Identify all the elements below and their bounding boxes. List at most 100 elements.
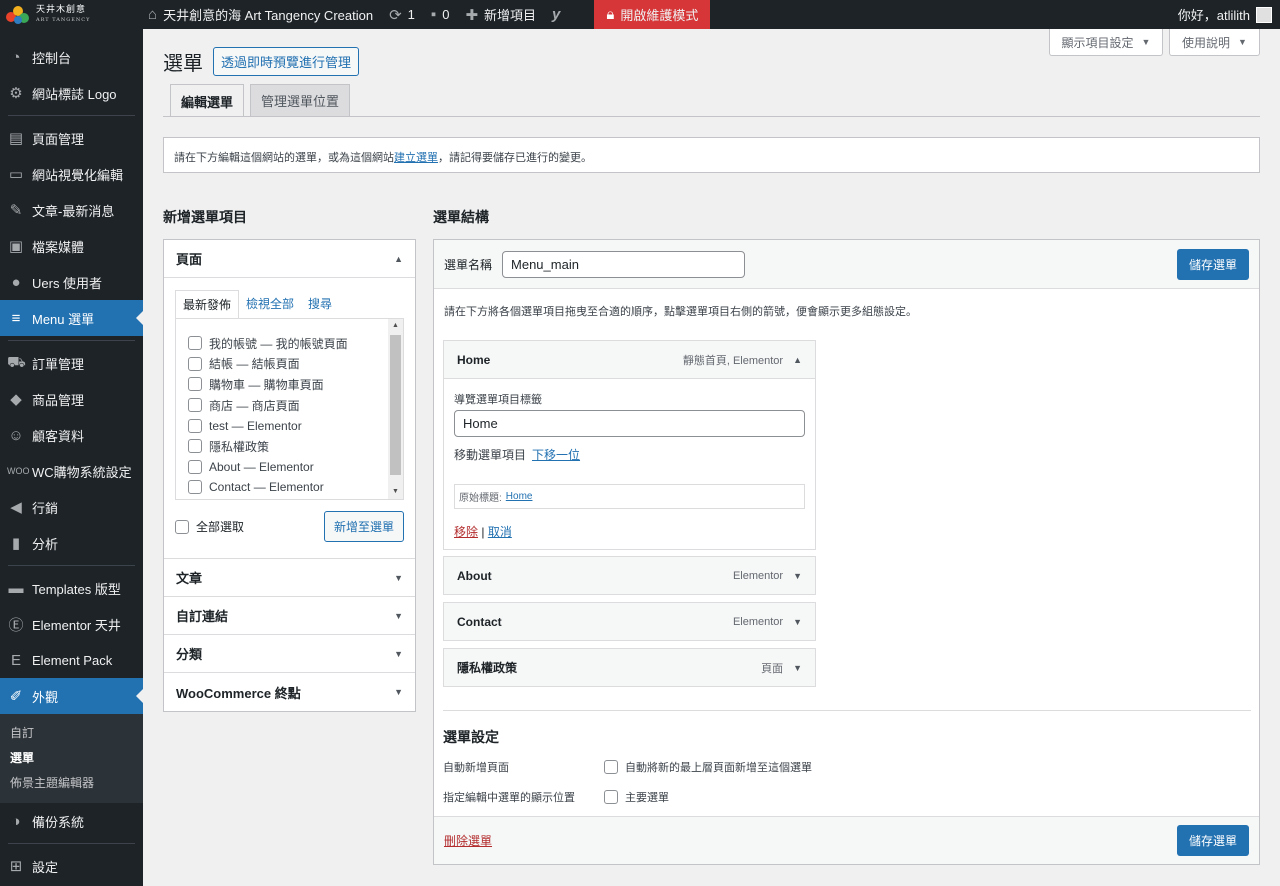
- my-account-link[interactable]: 你好，atlilith: [1170, 0, 1280, 29]
- live-preview-button[interactable]: 透過即時預覽進行管理: [213, 47, 360, 76]
- plus-icon: ✚: [465, 6, 479, 24]
- sidebar-item-label: 頁面管理: [32, 131, 85, 147]
- list-item[interactable]: 我的帳號 — 我的帳號頁面: [188, 333, 403, 354]
- save-menu-button-bottom[interactable]: 儲存選單: [1176, 825, 1249, 856]
- sidebar-item-posts[interactable]: ✎ 文章-最新消息: [0, 192, 143, 228]
- sidebar-item-customers[interactable]: ☺ 顧客資料: [0, 417, 143, 453]
- new-content-link[interactable]: ✚ 新增項目: [457, 0, 544, 29]
- categories-panel-header[interactable]: 分類 ▼: [164, 635, 415, 673]
- woocommerce-endpoints-panel-header[interactable]: WooCommerce 終點 ▼: [164, 673, 415, 711]
- caret-down-icon[interactable]: ▼: [793, 617, 802, 627]
- sidebar-item-menu[interactable]: ≡ Menu 選單: [0, 300, 143, 336]
- caret-down-icon[interactable]: ▼: [793, 663, 802, 673]
- sidebar-item-backup[interactable]: ◑ 備份系統: [0, 803, 143, 839]
- move-down-link[interactable]: 下移一位: [532, 448, 580, 462]
- menu-item-bar[interactable]: Contact Elementor ▼: [444, 603, 815, 640]
- checkbox[interactable]: [188, 480, 202, 495]
- sidebar-item-templates[interactable]: ▬ Templates 版型: [0, 570, 143, 606]
- maintenance-mode-button[interactable]: 🔒︎ 開啟維護模式: [594, 0, 711, 29]
- cancel-link[interactable]: 取消: [488, 525, 512, 539]
- sidebar-item-site-logo[interactable]: ⚙ 網站標誌 Logo: [0, 75, 143, 111]
- site-name-link[interactable]: ⌂ 天井創意的海 Art Tangency Creation: [140, 0, 381, 29]
- list-item[interactable]: 商店 — 商店頁面: [188, 395, 403, 416]
- checkbox[interactable]: [188, 398, 202, 413]
- original-link[interactable]: Home: [506, 491, 533, 502]
- navigation-label-input[interactable]: Home: [454, 410, 805, 437]
- list-item[interactable]: test — Elementor: [188, 415, 403, 436]
- tab-view-all[interactable]: 檢視全部: [239, 290, 301, 319]
- checkbox[interactable]: [188, 377, 202, 392]
- create-menu-link[interactable]: 建立選單: [394, 152, 438, 164]
- caret-down-icon: ▼: [394, 610, 403, 621]
- tab-manage-locations[interactable]: 管理選單位置: [250, 84, 351, 116]
- checkbox[interactable]: [188, 418, 202, 433]
- nav-label-caption: 導覽選單項目標籤: [454, 394, 542, 406]
- menu-item-bar[interactable]: Home 靜態首頁, Elementor ▲: [444, 341, 815, 378]
- sidebar-item-media[interactable]: ▣ 檔案媒體: [0, 228, 143, 264]
- sidebar-item-elementor[interactable]: Ⓔ Elementor 天井: [0, 606, 143, 642]
- sidebar-item-users[interactable]: ● Uers 使用者: [0, 264, 143, 300]
- sidebar-item-element-pack[interactable]: E Element Pack: [0, 642, 143, 678]
- list-item[interactable]: About — Elementor: [188, 457, 403, 478]
- select-all[interactable]: 全部選取: [175, 518, 244, 535]
- sidebar-item-pages[interactable]: ▤ 頁面管理: [0, 120, 143, 156]
- save-menu-button[interactable]: 儲存選單: [1176, 248, 1249, 280]
- yoast-link[interactable]: y: [544, 0, 574, 29]
- tab-most-recent[interactable]: 最新發佈: [175, 290, 240, 319]
- remove-link[interactable]: 移除: [454, 525, 478, 539]
- add-to-menu-button[interactable]: 新增至選單: [323, 511, 404, 542]
- sidebar-item-analytics[interactable]: ▮ 分析: [0, 525, 143, 561]
- caret-down-icon: ▼: [394, 687, 403, 697]
- menu-item-privacy[interactable]: 隱私權政策 頁面 ▼: [443, 648, 816, 687]
- updates-link[interactable]: ⟳ 1: [381, 0, 423, 29]
- caret-up-icon[interactable]: ▲: [793, 355, 802, 365]
- sidebar-item-settings[interactable]: ⊞ 設定: [0, 848, 143, 884]
- scrollbar-thumb[interactable]: [390, 335, 401, 475]
- checkbox[interactable]: [188, 356, 202, 371]
- scroll-down-icon[interactable]: ▼: [388, 485, 403, 499]
- menu-item-bar[interactable]: 隱私權政策 頁面 ▼: [444, 649, 815, 686]
- checkbox[interactable]: [188, 459, 202, 474]
- menu-item-home[interactable]: Home 靜態首頁, Elementor ▲ 導覽選單項目標籤 Home 移動選…: [443, 340, 816, 550]
- submenu-item-theme-editor[interactable]: 佈景主題編輯器: [0, 770, 143, 795]
- primary-menu-option[interactable]: 主要選單: [604, 789, 669, 805]
- site-logo[interactable]: 天井木創意 ART TANGENCY: [0, 0, 140, 29]
- list-item[interactable]: 結帳 — 結帳頁面: [188, 354, 403, 375]
- sidebar-item-appearance[interactable]: ✐ 外觀: [0, 678, 143, 714]
- comments-link[interactable]: ▪ 0: [423, 0, 458, 29]
- menu-item-title: About: [457, 568, 492, 583]
- pages-panel-header[interactable]: 頁面 ▲: [164, 240, 415, 278]
- menu-item-contact[interactable]: Contact Elementor ▼: [443, 602, 816, 641]
- panel-title: 分類: [176, 647, 203, 662]
- list-item[interactable]: 隱私權政策: [188, 436, 403, 457]
- list-item[interactable]: 購物車 — 購物車頁面: [188, 374, 403, 395]
- auto-add-checkbox[interactable]: [604, 760, 618, 774]
- comment-icon: ▪: [430, 6, 437, 23]
- scroll-up-icon[interactable]: ▲: [388, 319, 403, 333]
- tab-edit-menus[interactable]: 編輯選單: [170, 84, 245, 117]
- tab-search[interactable]: 搜尋: [301, 290, 339, 319]
- scrollbar[interactable]: ▲ ▼: [388, 319, 403, 499]
- sidebar-item-products[interactable]: ◆ 商品管理: [0, 381, 143, 417]
- submenu-item-customize[interactable]: 自訂: [0, 720, 143, 745]
- list-item[interactable]: Contact — Elementor: [188, 477, 403, 498]
- menu-item-about[interactable]: About Elementor ▼: [443, 556, 816, 595]
- sidebar-item-orders[interactable]: ⛟ 訂單管理: [0, 345, 143, 381]
- auto-add-option-label: 自動將新的最上層頁面新增至這個選單: [625, 762, 812, 774]
- posts-panel-header[interactable]: 文章 ▼: [164, 559, 415, 597]
- sidebar-item-woocommerce[interactable]: WOO WC購物系統設定: [0, 453, 143, 489]
- sidebar-item-marketing[interactable]: ◀ 行銷: [0, 489, 143, 525]
- sidebar-item-visual-editor[interactable]: ▭ 網站視覺化編輯: [0, 156, 143, 192]
- checkbox[interactable]: [188, 336, 202, 351]
- caret-down-icon[interactable]: ▼: [793, 571, 802, 581]
- auto-add-option[interactable]: 自動將新的最上層頁面新增至這個選單: [604, 759, 812, 775]
- select-all-checkbox[interactable]: [175, 519, 189, 534]
- menu-name-input[interactable]: Menu_main: [502, 250, 746, 278]
- sidebar-item-dashboard[interactable]: ◔ 控制台: [0, 39, 143, 75]
- delete-menu-link[interactable]: 刪除選單: [444, 832, 492, 849]
- custom-links-panel-header[interactable]: 自訂連結 ▼: [164, 597, 415, 635]
- menu-item-bar[interactable]: About Elementor ▼: [444, 557, 815, 594]
- checkbox[interactable]: [188, 439, 202, 454]
- submenu-item-menus[interactable]: 選單: [0, 745, 143, 770]
- primary-menu-checkbox[interactable]: [604, 790, 618, 804]
